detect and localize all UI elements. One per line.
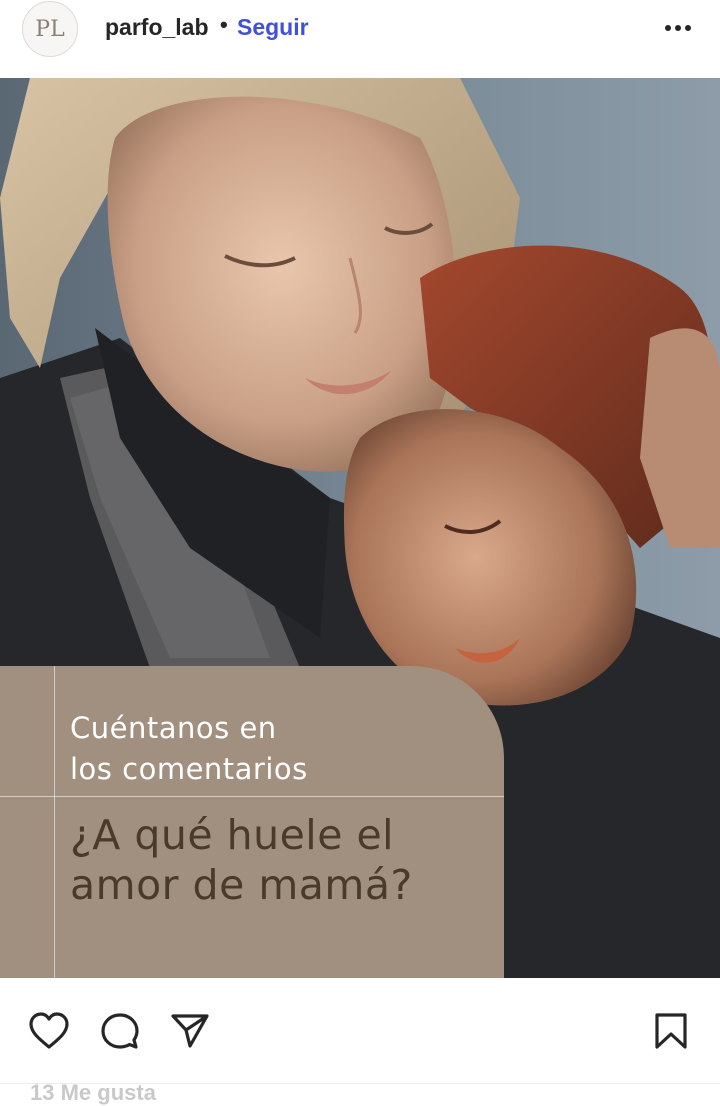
share-button[interactable] [170, 1012, 210, 1055]
send-paper-plane-icon [171, 1014, 209, 1048]
avatar-monogram: PL [35, 16, 65, 42]
more-options-button[interactable] [660, 18, 696, 38]
save-button[interactable] [654, 1012, 688, 1055]
card-guide-line-vertical [54, 666, 55, 978]
post-header: PL parfo_lab • Seguir [0, 0, 720, 78]
post-image[interactable]: Cuéntanos en los comentarios ¿A qué huel… [0, 78, 720, 978]
card-subtitle-line1: Cuéntanos en [70, 711, 277, 745]
card-subtitle: Cuéntanos en los comentarios [70, 708, 490, 790]
separator-dot: • [220, 12, 228, 37]
card-title: ¿A qué huele el amor de mamá? [70, 810, 490, 910]
card-subtitle-line2: los comentarios [70, 752, 308, 786]
post-action-bar [0, 978, 720, 1083]
comment-bubble-icon [101, 1013, 139, 1049]
comment-button[interactable] [100, 1012, 140, 1055]
card-title-line1: ¿A qué huele el [70, 811, 395, 859]
heart-icon [29, 1012, 69, 1049]
likes-count[interactable]: 13 Me gusta [30, 1080, 156, 1106]
card-title-line2: amor de mamá? [70, 861, 413, 909]
username-link[interactable]: parfo_lab [105, 14, 209, 41]
follow-button[interactable]: Seguir [237, 14, 309, 41]
profile-avatar[interactable]: PL [22, 1, 78, 57]
card-guide-line-horizontal [0, 796, 504, 797]
like-button[interactable] [28, 1012, 70, 1055]
more-horizontal-icon [665, 25, 691, 31]
bookmark-icon [655, 1013, 687, 1049]
